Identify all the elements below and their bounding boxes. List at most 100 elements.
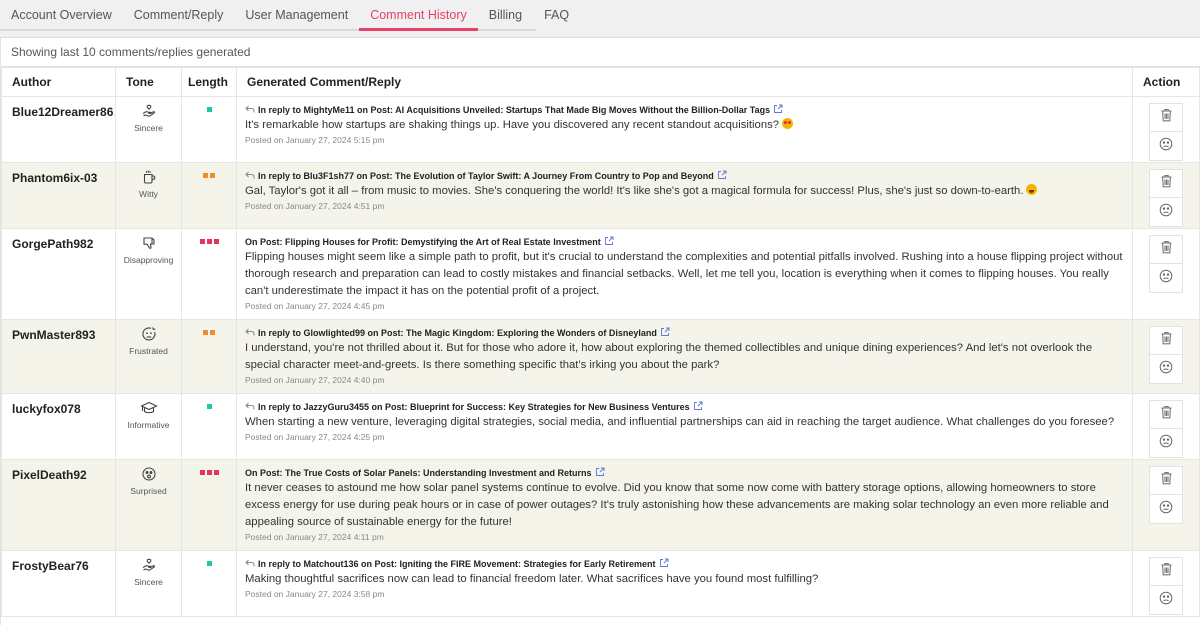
context-text: On Post: Flipping Houses for Profit: Dem… bbox=[245, 237, 601, 247]
thumbs-down-icon bbox=[117, 235, 180, 253]
comment-context: In reply to Matchout136 on Post: Ignitin… bbox=[245, 558, 1124, 570]
comment-body: It's remarkable how startups are shaking… bbox=[245, 119, 780, 131]
comment-cell: In reply to JazzyGuru3455 on Post: Bluep… bbox=[236, 393, 1133, 460]
heart-hand-icon bbox=[117, 103, 180, 121]
comment-text: I understand, you're not thrilled about … bbox=[245, 340, 1124, 374]
length-indicator-square bbox=[206, 404, 212, 409]
comment-body: Gal, Taylor's got it all – from music to… bbox=[245, 185, 1024, 197]
table-row: FrostyBear76 Sincere In reply to Matchout1… bbox=[1, 550, 1200, 617]
table-row: GorgePath982 Disapproving On Post: Flippin… bbox=[1, 228, 1200, 320]
table-row: PixelDeath92 Surprised On Post: The True C… bbox=[1, 459, 1200, 551]
reply-icon bbox=[245, 559, 255, 570]
tab-comment-reply[interactable]: Comment/Reply bbox=[123, 0, 235, 31]
tone-label: Surprised bbox=[130, 486, 167, 496]
length-indicator-square bbox=[206, 561, 212, 566]
delete-button[interactable] bbox=[1149, 466, 1183, 495]
delete-button[interactable] bbox=[1149, 557, 1183, 586]
comment-cell: In reply to Matchout136 on Post: Ignitin… bbox=[236, 550, 1133, 617]
external-link-icon[interactable] bbox=[659, 558, 669, 570]
action-cell bbox=[1132, 550, 1200, 617]
comment-context: In reply to Glowlighted99 on Post: The M… bbox=[245, 327, 1124, 339]
tone-label: Sincere bbox=[134, 577, 163, 587]
comment-context: In reply to Blu3F1sh77 on Post: The Evol… bbox=[245, 170, 1124, 182]
tone-label: Disapproving bbox=[123, 255, 174, 265]
context-text: In reply to MightyMe11 on Post: AI Acqui… bbox=[258, 105, 771, 115]
author-name: GorgePath982 bbox=[1, 228, 116, 320]
trash-icon bbox=[1160, 240, 1173, 259]
comment-text: Gal, Taylor's got it all – from music to… bbox=[245, 183, 1124, 200]
external-link-icon[interactable] bbox=[604, 236, 614, 248]
context-text: In reply to Matchout136 on Post: Ignitin… bbox=[258, 559, 656, 569]
dislike-button[interactable] bbox=[1149, 132, 1183, 161]
trash-icon bbox=[1160, 471, 1173, 490]
table-row: PwnMaster893 Frustrated In reply to Glowli… bbox=[1, 319, 1200, 394]
tab-comment-history[interactable]: Comment History bbox=[359, 0, 478, 31]
tone-label: Frustrated bbox=[129, 346, 168, 356]
comment-history-table: Author Tone Length Generated Comment/Rep… bbox=[1, 67, 1200, 617]
delete-button[interactable] bbox=[1149, 326, 1183, 355]
trash-icon bbox=[1160, 562, 1173, 581]
tab-billing[interactable]: Billing bbox=[478, 0, 533, 31]
tab-account-overview[interactable]: Account Overview bbox=[0, 0, 123, 31]
column-header-author: Author bbox=[1, 67, 116, 97]
tone-cell: Witty bbox=[115, 162, 182, 229]
length-indicator bbox=[181, 459, 237, 551]
column-header-length: Length bbox=[181, 67, 237, 97]
dislike-button[interactable] bbox=[1149, 429, 1183, 458]
delete-button[interactable] bbox=[1149, 103, 1183, 132]
surprised-face-icon bbox=[117, 466, 180, 484]
trash-icon bbox=[1160, 108, 1173, 127]
external-link-icon[interactable] bbox=[717, 170, 727, 182]
history-caption: Showing last 10 comments/replies generat… bbox=[1, 38, 1200, 67]
delete-button[interactable] bbox=[1149, 235, 1183, 264]
trash-icon bbox=[1160, 405, 1173, 424]
tab-user-management[interactable]: User Management bbox=[234, 0, 359, 31]
length-indicator-square bbox=[213, 239, 219, 244]
action-cell bbox=[1132, 319, 1200, 394]
external-link-icon[interactable] bbox=[773, 104, 783, 116]
column-header-comment: Generated Comment/Reply bbox=[236, 67, 1133, 97]
author-name: Phantom6ix-03 bbox=[1, 162, 116, 229]
length-indicator-square bbox=[199, 470, 205, 475]
reply-icon bbox=[245, 328, 255, 339]
comment-cell: In reply to Blu3F1sh77 on Post: The Evol… bbox=[236, 162, 1133, 229]
posted-date: Posted on January 27, 2024 4:45 pm bbox=[245, 301, 385, 311]
frustrated-face-icon bbox=[117, 326, 180, 344]
comment-body: When starting a new venture, leveraging … bbox=[245, 416, 1115, 428]
heart-eyes-emoji-icon bbox=[782, 118, 794, 129]
tone-cell: Disapproving bbox=[115, 228, 182, 320]
dislike-button[interactable] bbox=[1149, 586, 1183, 615]
author-name: PixelDeath92 bbox=[1, 459, 116, 551]
trash-icon bbox=[1160, 174, 1173, 193]
length-indicator bbox=[181, 393, 237, 460]
posted-date: Posted on January 27, 2024 4:25 pm bbox=[245, 432, 385, 442]
dislike-button[interactable] bbox=[1149, 355, 1183, 384]
posted-date: Posted on January 27, 2024 3:58 pm bbox=[245, 589, 385, 599]
length-indicator bbox=[181, 228, 237, 320]
posted-date: Posted on January 27, 2024 4:51 pm bbox=[245, 201, 385, 211]
tab-faq[interactable]: FAQ bbox=[533, 0, 580, 31]
tone-cell: Informative bbox=[115, 393, 182, 460]
external-link-icon[interactable] bbox=[595, 467, 605, 479]
reply-icon bbox=[245, 402, 255, 413]
posted-date: Posted on January 27, 2024 5:15 pm bbox=[245, 135, 385, 145]
comment-context: In reply to JazzyGuru3455 on Post: Bluep… bbox=[245, 401, 1124, 413]
length-indicator-square bbox=[199, 239, 205, 244]
table-header-row: Author Tone Length Generated Comment/Rep… bbox=[1, 67, 1200, 97]
external-link-icon[interactable] bbox=[660, 327, 670, 339]
dislike-button[interactable] bbox=[1149, 495, 1183, 524]
delete-button[interactable] bbox=[1149, 169, 1183, 198]
context-text: In reply to JazzyGuru3455 on Post: Bluep… bbox=[258, 402, 690, 412]
author-name: Blue12Dreamer86 bbox=[1, 96, 116, 163]
sad-face-icon bbox=[1159, 360, 1173, 379]
delete-button[interactable] bbox=[1149, 400, 1183, 429]
column-header-action: Action bbox=[1132, 67, 1200, 97]
comment-context: On Post: The True Costs of Solar Panels:… bbox=[245, 467, 1124, 479]
length-indicator-square bbox=[210, 173, 215, 178]
length-indicator-square bbox=[206, 470, 212, 475]
external-link-icon[interactable] bbox=[693, 401, 703, 413]
dislike-button[interactable] bbox=[1149, 198, 1183, 227]
tone-cell: Sincere bbox=[115, 550, 182, 617]
context-text: In reply to Glowlighted99 on Post: The M… bbox=[258, 328, 657, 338]
dislike-button[interactable] bbox=[1149, 264, 1183, 293]
